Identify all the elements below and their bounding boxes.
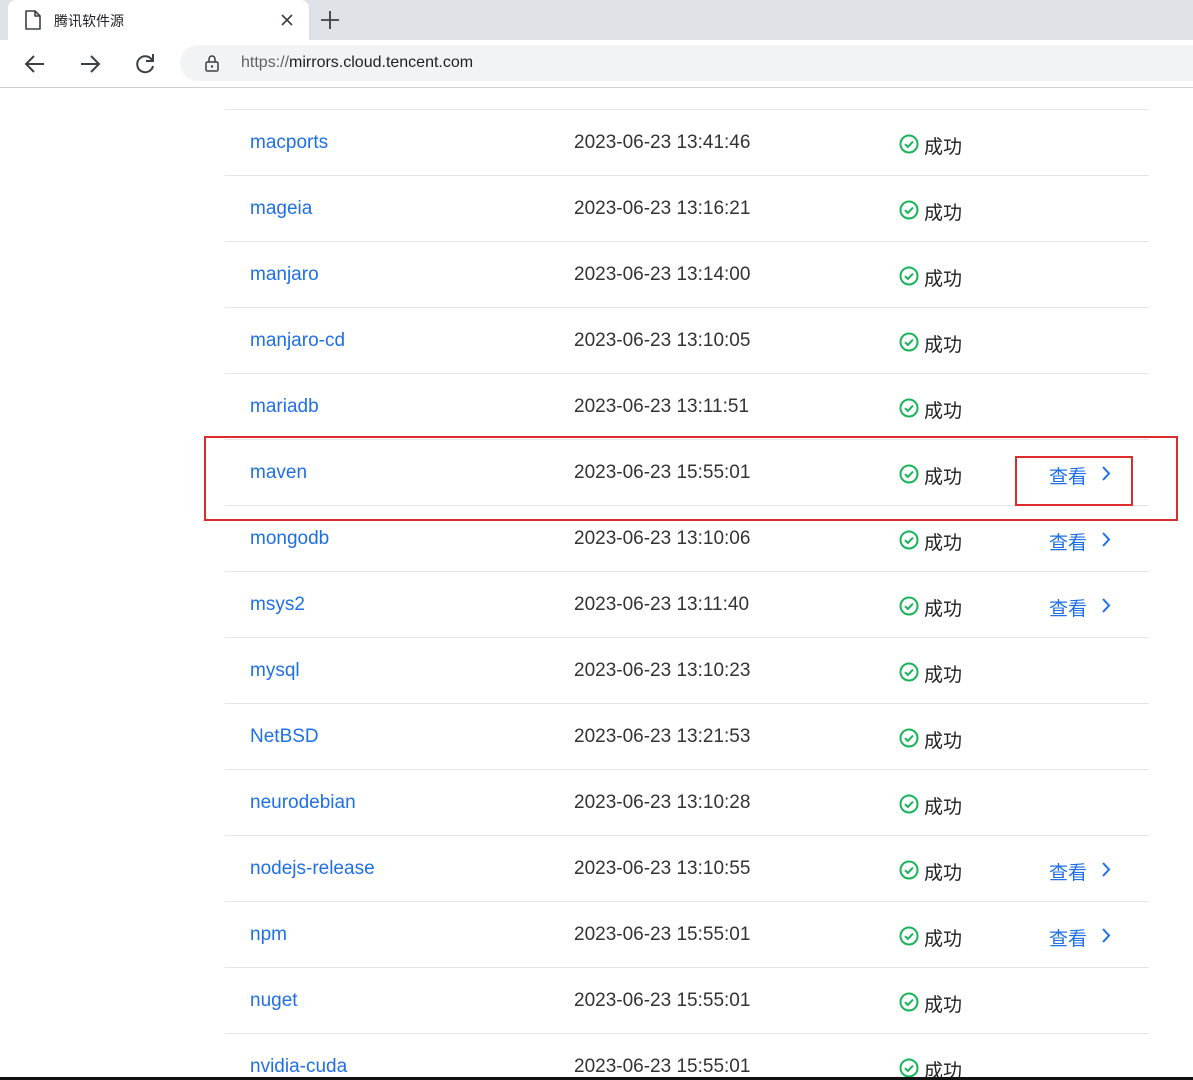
table-row: npm 2023-06-23 15:55:01 成功 查看 [225, 902, 1149, 968]
last-sync-time: 2023-06-23 13:41:46 [574, 132, 751, 153]
mirror-name-link[interactable]: msys2 [250, 594, 305, 616]
table-row: manjaro-cd 2023-06-23 13:10:05 成功 [225, 308, 1149, 374]
last-sync-time: 2023-06-23 13:10:05 [574, 330, 751, 351]
mirror-name-link[interactable]: mariadb [250, 396, 319, 418]
check-circle-icon [899, 926, 919, 946]
last-sync-time: 2023-06-23 13:11:51 [574, 396, 750, 417]
forward-icon[interactable] [76, 50, 104, 78]
table-row: NetBSD 2023-06-23 13:21:53 成功 [225, 704, 1149, 770]
status-label: 成功 [924, 665, 963, 686]
status-label: 成功 [924, 995, 963, 1016]
last-sync-time: 2023-06-23 13:11:40 [574, 594, 750, 615]
check-circle-icon [899, 728, 919, 748]
table-row: nvidia-cuda 2023-06-23 15:55:01 成功 [225, 1034, 1149, 1080]
view-button[interactable]: 查看 [1049, 858, 1111, 884]
mirror-name-link[interactable]: mysql [250, 660, 300, 682]
status-label: 成功 [924, 929, 963, 950]
mirror-name-link[interactable]: nuget [250, 990, 298, 1012]
check-circle-icon [899, 1058, 919, 1078]
last-sync-time: 2023-06-23 13:10:28 [574, 792, 751, 813]
check-circle-icon [899, 530, 919, 550]
table-row: neurodebian 2023-06-23 13:10:28 成功 [225, 770, 1149, 836]
status-label: 成功 [924, 731, 963, 752]
last-sync-time: 2023-06-23 13:10:55 [574, 858, 751, 879]
browser-toolbar: https://mirrors.cloud.tencent.com [0, 40, 1193, 88]
status-label: 成功 [924, 863, 963, 884]
close-icon[interactable] [278, 11, 296, 29]
check-circle-icon [899, 860, 919, 880]
back-icon[interactable] [21, 50, 49, 78]
last-sync-time: 2023-06-23 15:55:01 [574, 990, 751, 1011]
table-row: mageia 2023-06-23 13:16:21 成功 [225, 176, 1149, 242]
mirror-name-link[interactable]: npm [250, 924, 287, 946]
page-content: macports 2023-06-23 13:41:46 成功 mageia 2023-… [0, 88, 1193, 1080]
chevron-right-icon [1102, 862, 1111, 877]
check-circle-icon [899, 200, 919, 220]
view-button[interactable]: 查看 [1049, 528, 1111, 554]
tab-strip: 腾讯软件源 [0, 0, 1193, 40]
last-sync-time: 2023-06-23 13:10:23 [574, 660, 751, 681]
new-tab-icon[interactable] [318, 8, 342, 32]
table-row: mysql 2023-06-23 13:10:23 成功 [225, 638, 1149, 704]
highlight-box-button [1015, 456, 1133, 506]
check-circle-icon [899, 398, 919, 418]
view-label: 查看 [1049, 929, 1088, 950]
table-row: macports 2023-06-23 13:41:46 成功 [225, 110, 1149, 176]
mirror-name-link[interactable]: nvidia-cuda [250, 1056, 347, 1078]
mirror-name-link[interactable]: neurodebian [250, 792, 356, 814]
chevron-right-icon [1102, 928, 1111, 943]
chevron-right-icon [1102, 598, 1111, 613]
last-sync-time: 2023-06-23 15:55:01 [574, 1056, 751, 1077]
last-sync-time: 2023-06-23 13:14:00 [574, 264, 751, 285]
check-circle-icon [899, 266, 919, 286]
table-row: msys2 2023-06-23 13:11:40 成功 查看 [225, 572, 1149, 638]
reload-icon[interactable] [131, 50, 159, 78]
check-circle-icon [899, 794, 919, 814]
mirror-name-link[interactable]: manjaro-cd [250, 330, 345, 352]
last-sync-time: 2023-06-23 13:21:53 [574, 726, 751, 747]
check-circle-icon [899, 662, 919, 682]
mirror-name-link[interactable]: macports [250, 132, 328, 154]
view-button[interactable]: 查看 [1049, 924, 1111, 950]
check-circle-icon [899, 992, 919, 1012]
check-circle-icon [899, 596, 919, 616]
status-label: 成功 [924, 269, 963, 290]
last-sync-time: 2023-06-23 13:16:21 [574, 198, 751, 219]
view-label: 查看 [1049, 599, 1088, 620]
last-sync-time: 2023-06-23 13:10:06 [574, 528, 751, 549]
view-label: 查看 [1049, 863, 1088, 884]
status-label: 成功 [924, 599, 963, 620]
address-bar[interactable]: https://mirrors.cloud.tencent.com [180, 45, 1193, 81]
status-label: 成功 [924, 401, 963, 422]
mirror-name-link[interactable]: mageia [250, 198, 312, 220]
check-circle-icon [899, 332, 919, 352]
lock-icon[interactable] [204, 54, 220, 72]
tab-title: 腾讯软件源 [54, 13, 124, 29]
table-row: mariadb 2023-06-23 13:11:51 成功 [225, 374, 1149, 440]
status-label: 成功 [924, 203, 963, 224]
page-icon [25, 10, 41, 30]
url-text[interactable]: https://mirrors.cloud.tencent.com [241, 54, 473, 72]
table-row: manjaro 2023-06-23 13:14:00 成功 [225, 242, 1149, 308]
mirror-name-link[interactable]: manjaro [250, 264, 319, 286]
browser-tab[interactable]: 腾讯软件源 [8, 0, 309, 40]
table-row: nodejs-release 2023-06-23 13:10:55 成功 查看 [225, 836, 1149, 902]
status-label: 成功 [924, 797, 963, 818]
view-button[interactable]: 查看 [1049, 594, 1111, 620]
status-label: 成功 [924, 335, 963, 356]
view-label: 查看 [1049, 533, 1088, 554]
mirror-name-link[interactable]: NetBSD [250, 726, 319, 748]
table-row: nuget 2023-06-23 15:55:01 成功 [225, 968, 1149, 1034]
mirror-name-link[interactable]: mongodb [250, 528, 329, 550]
last-sync-time: 2023-06-23 15:55:01 [574, 924, 751, 945]
status-label: 成功 [924, 533, 963, 554]
mirror-name-link[interactable]: nodejs-release [250, 858, 375, 880]
check-circle-icon [899, 134, 919, 154]
chevron-right-icon [1102, 532, 1111, 547]
status-label: 成功 [924, 137, 963, 158]
